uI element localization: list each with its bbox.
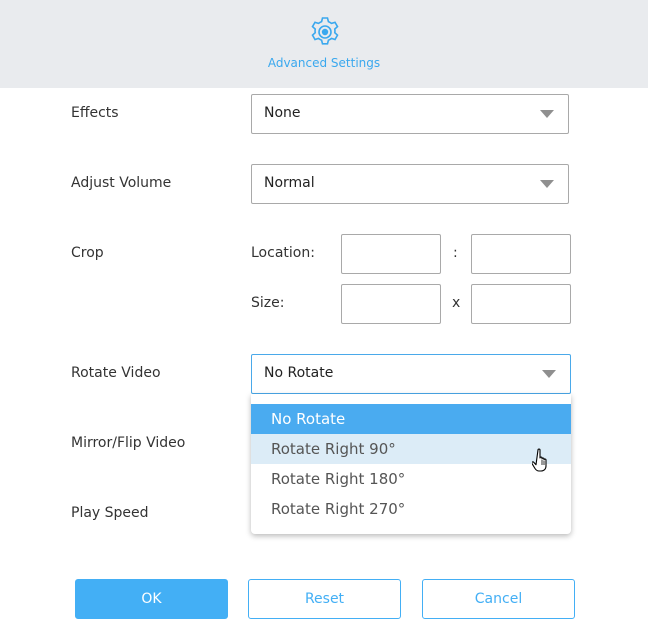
chevron-down-icon <box>540 110 554 118</box>
rotate-option-270[interactable]: Rotate Right 270° <box>251 494 571 524</box>
cancel-button[interactable]: Cancel <box>422 579 575 619</box>
rotate-select[interactable]: No Rotate <box>251 354 571 394</box>
reset-button[interactable]: Reset <box>248 579 401 619</box>
chevron-down-icon <box>542 370 556 378</box>
rotate-option-180[interactable]: Rotate Right 180° <box>251 464 571 494</box>
volume-label: Adjust Volume <box>71 175 172 191</box>
volume-value: Normal <box>264 175 315 191</box>
volume-select[interactable]: Normal <box>251 164 569 204</box>
rotate-value: No Rotate <box>264 365 334 381</box>
page-title: Advanced Settings <box>267 56 381 70</box>
crop-size-width-input[interactable] <box>341 284 441 324</box>
crop-location-x-input[interactable] <box>341 234 441 274</box>
chevron-down-icon <box>540 180 554 188</box>
settings-header: Advanced Settings <box>0 0 648 88</box>
effects-value: None <box>264 105 301 121</box>
crop-location-separator: : <box>453 245 458 261</box>
crop-location-y-input[interactable] <box>471 234 571 274</box>
mirror-label: Mirror/Flip Video <box>71 435 186 451</box>
rotate-dropdown-list: No Rotate Rotate Right 90° Rotate Right … <box>251 394 571 534</box>
rotate-label: Rotate Video <box>71 365 161 381</box>
hand-cursor-icon <box>532 448 547 472</box>
crop-label: Crop <box>71 245 104 261</box>
crop-size-separator: x <box>452 295 461 311</box>
effects-label: Effects <box>71 105 119 121</box>
speed-label: Play Speed <box>71 505 149 521</box>
crop-size-height-input[interactable] <box>471 284 571 324</box>
rotate-option-none[interactable]: No Rotate <box>251 404 571 434</box>
rotate-option-90[interactable]: Rotate Right 90° <box>251 434 571 464</box>
crop-location-label: Location: <box>251 245 315 261</box>
ok-button[interactable]: OK <box>75 579 228 619</box>
crop-size-label: Size: <box>251 295 285 311</box>
effects-select[interactable]: None <box>251 94 569 134</box>
gear-icon <box>311 17 339 45</box>
